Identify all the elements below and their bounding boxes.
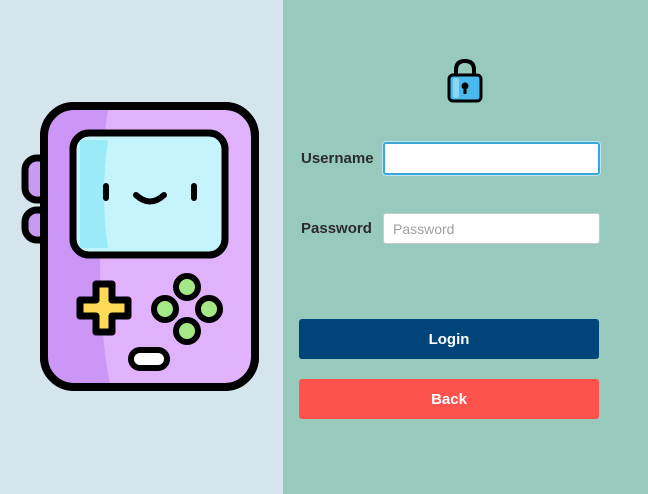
lock-icon: [447, 58, 483, 103]
username-input[interactable]: [383, 142, 600, 175]
password-label: Password: [301, 220, 372, 237]
left-panel: [0, 0, 283, 494]
password-input[interactable]: [383, 213, 600, 244]
username-label: Username: [301, 150, 374, 167]
login-button[interactable]: Login: [299, 319, 599, 359]
game-console-icon: [21, 102, 259, 391]
back-button[interactable]: Back: [299, 379, 599, 419]
